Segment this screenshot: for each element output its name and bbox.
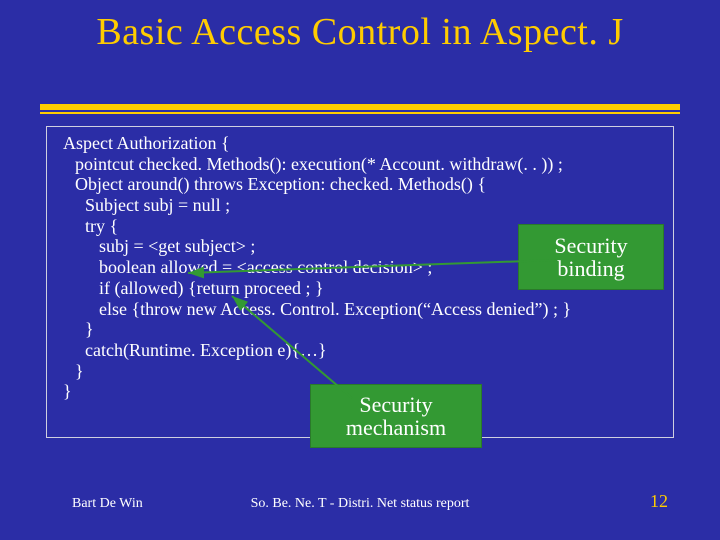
slide: Basic Access Control in Aspect. J Aspect…: [0, 0, 720, 540]
code-line: }: [55, 319, 665, 340]
callout-security-binding: Security binding: [518, 224, 664, 290]
title-area: Basic Access Control in Aspect. J: [0, 10, 720, 54]
code-line: Aspect Authorization {: [55, 133, 665, 154]
rule-thin: [40, 112, 680, 114]
code-line: else {throw new Access. Control. Excepti…: [55, 299, 665, 320]
code-line: pointcut checked. Methods(): execution(*…: [55, 154, 665, 175]
slide-title: Basic Access Control in Aspect. J: [0, 10, 720, 54]
code-line: }: [55, 361, 665, 382]
rule-thick: [40, 104, 680, 110]
title-underline: [40, 104, 680, 114]
callout-label: Security mechanism: [321, 393, 471, 439]
code-line: Subject subj = null ;: [55, 195, 665, 216]
callout-label: Security binding: [529, 234, 653, 280]
code-line: Object around() throws Exception: checke…: [55, 174, 665, 195]
footer-center: So. Be. Ne. T - Distri. Net status repor…: [0, 496, 720, 512]
footer-page-number: 12: [650, 491, 668, 512]
code-line: catch(Runtime. Exception e){…}: [55, 340, 665, 361]
callout-security-mechanism: Security mechanism: [310, 384, 482, 448]
